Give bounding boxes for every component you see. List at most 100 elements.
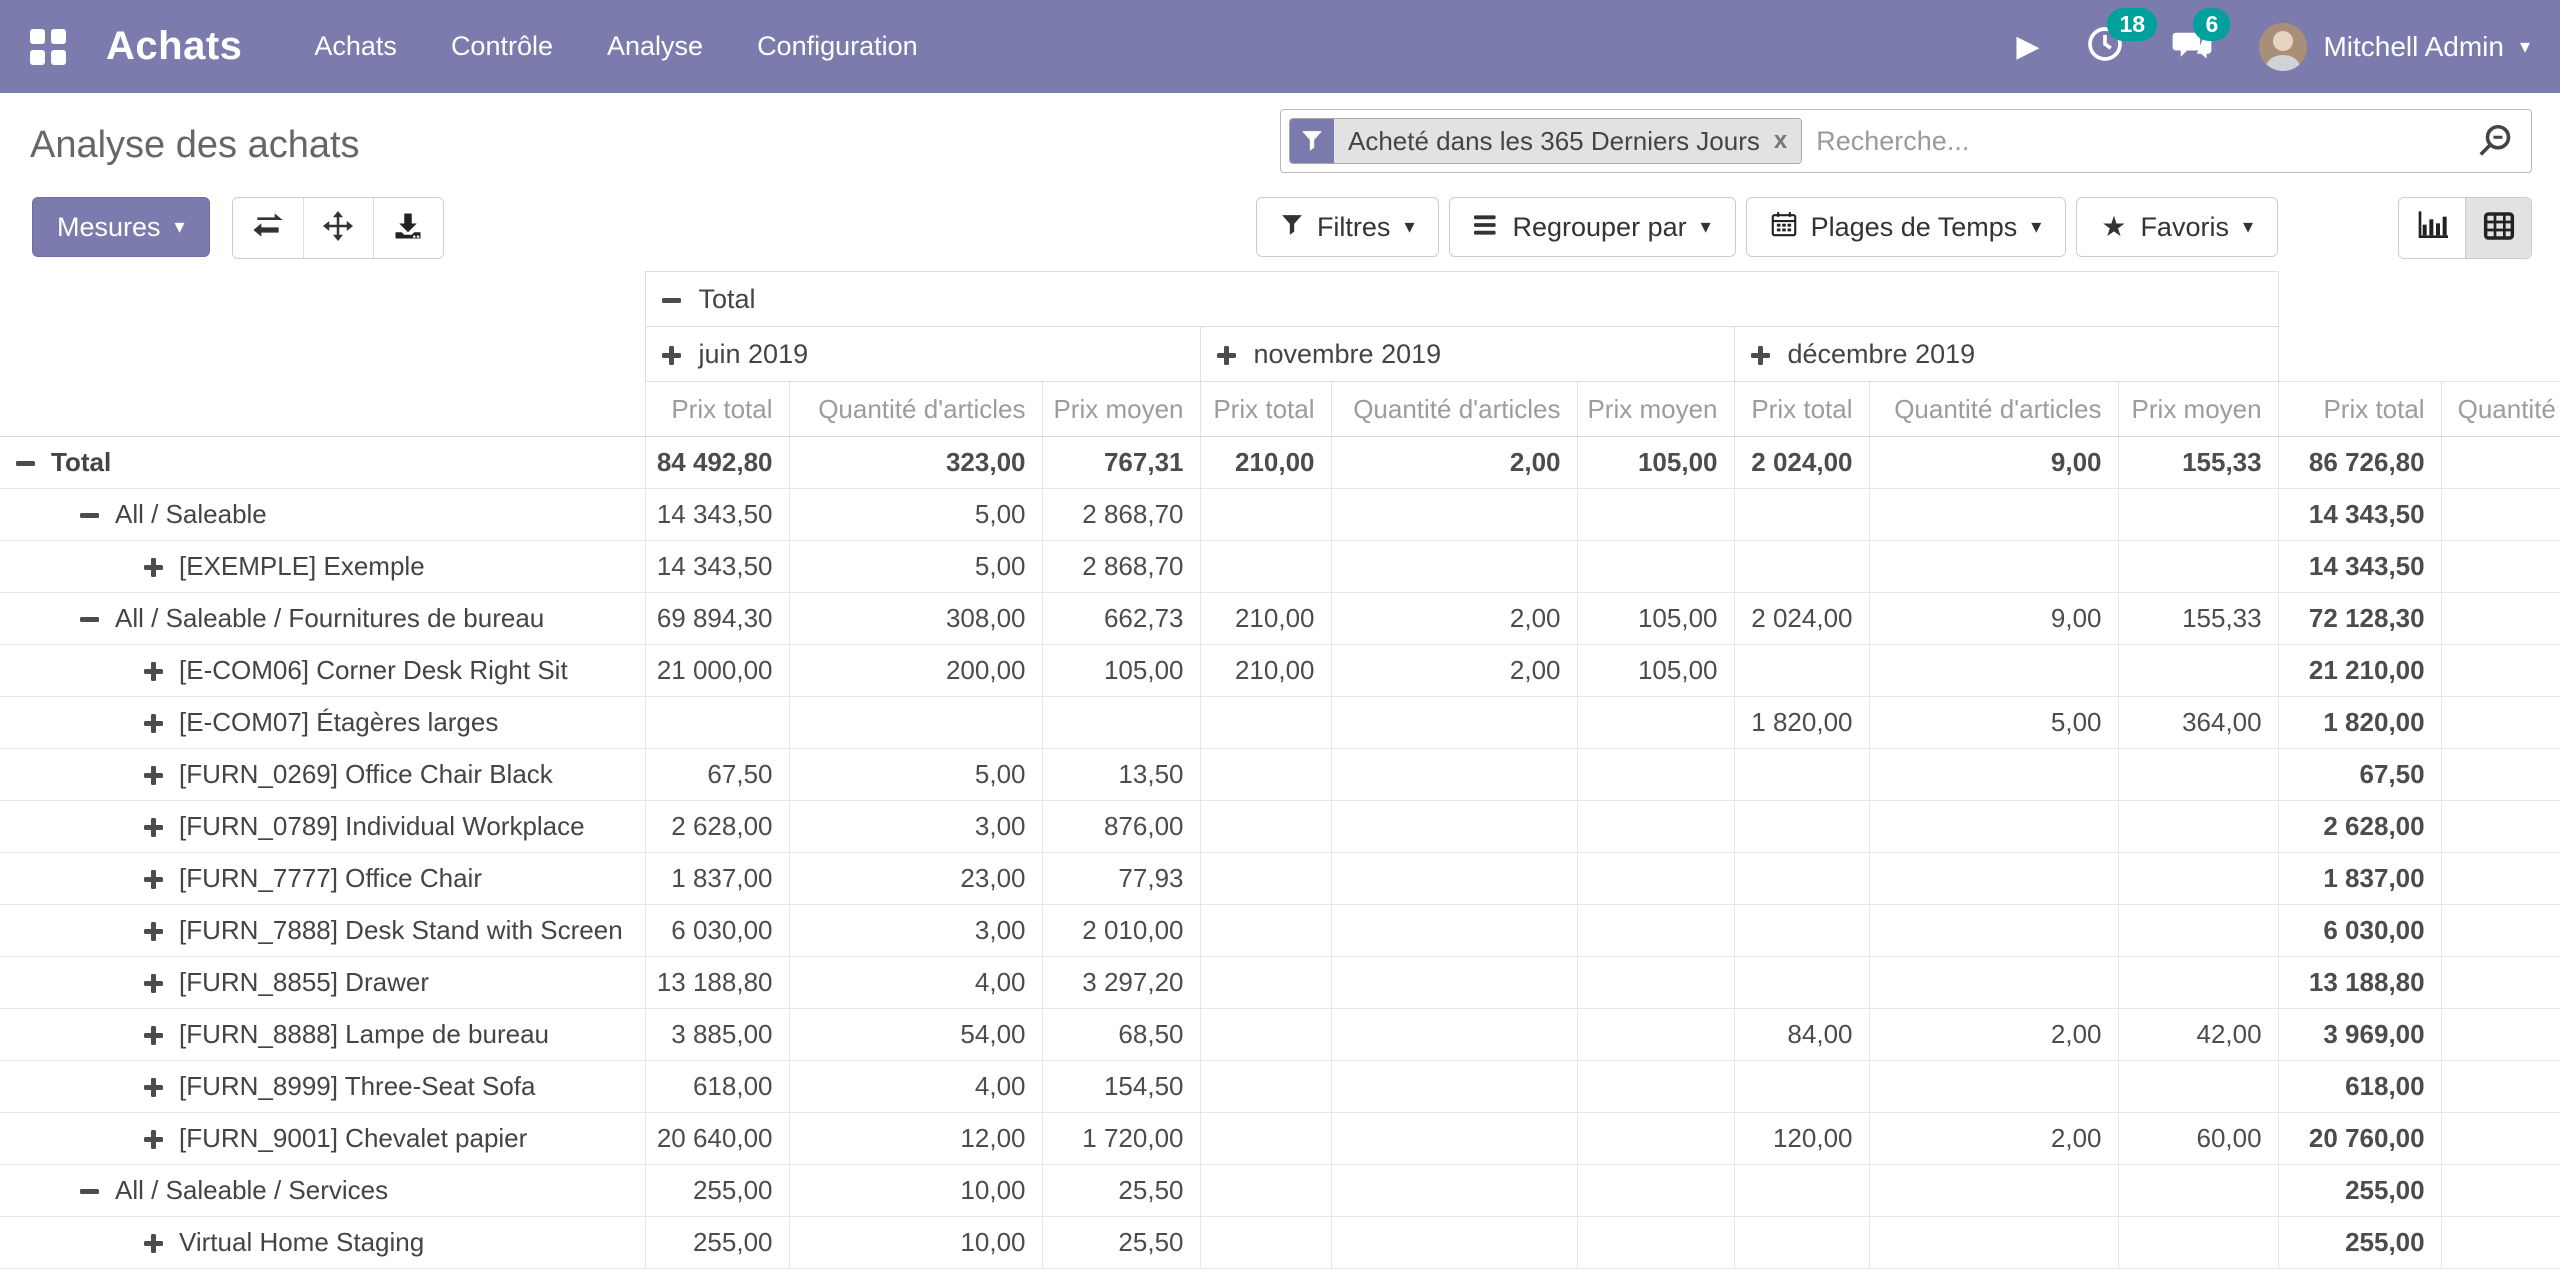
measure-header[interactable]: Prix moyen: [2118, 382, 2278, 437]
pivot-cell: 10,00: [789, 1217, 1042, 1269]
pivot-cell: 67,50: [2278, 749, 2441, 801]
menu-controle[interactable]: Contrôle: [449, 25, 555, 68]
messages-button[interactable]: 6: [2171, 24, 2213, 69]
pivot-row-header[interactable]: [FURN_7888] Desk Stand with Screen: [0, 905, 645, 957]
pivot-row-header[interactable]: [E-COM07] Étagères larges: [0, 697, 645, 749]
measure-header[interactable]: Prix moyen: [1042, 382, 1200, 437]
expand-icon[interactable]: [144, 870, 163, 889]
expand-icon[interactable]: [144, 1078, 163, 1097]
expand-icon[interactable]: [662, 346, 681, 365]
row-label: Virtual Home Staging: [179, 1227, 424, 1257]
pivot-row-header[interactable]: All / Saleable / Services: [0, 1165, 645, 1217]
pivot-cell: [1331, 489, 1577, 541]
pivot-cell: [2441, 593, 2560, 645]
measure-header[interactable]: Prix total: [2278, 382, 2441, 437]
expand-icon[interactable]: [144, 922, 163, 941]
expand-icon[interactable]: [144, 818, 163, 837]
table-row: [FURN_9001] Chevalet papier20 640,0012,0…: [0, 1113, 2560, 1165]
search-input[interactable]: [1816, 126, 2477, 157]
pivot-cell: [1200, 1165, 1331, 1217]
pivot-cell: 1 720,00: [1042, 1113, 1200, 1165]
pivot-cell: [1331, 541, 1577, 593]
search-bar[interactable]: Acheté dans les 365 Derniers Jours x: [1280, 109, 2532, 173]
table-row: Virtual Home Staging255,0010,0025,50255,…: [0, 1217, 2560, 1269]
measure-header[interactable]: Quantité d'articles: [2441, 382, 2560, 437]
activities-button[interactable]: 18: [2085, 24, 2125, 69]
measures-button[interactable]: Mesures▾: [32, 197, 210, 257]
bar-chart-icon: [2416, 211, 2448, 246]
pivot-row-header[interactable]: All / Saleable: [0, 489, 645, 541]
expand-icon[interactable]: [144, 1130, 163, 1149]
table-row: [E-COM07] Étagères larges1 820,005,00364…: [0, 697, 2560, 749]
view-switcher: [2398, 197, 2532, 259]
menu-achats[interactable]: Achats: [312, 25, 399, 68]
pivot-cell: 12,00: [789, 1113, 1042, 1165]
pivot-row-header[interactable]: [FURN_8999] Three-Seat Sofa: [0, 1061, 645, 1113]
pivot-cell: 323,00: [789, 437, 1042, 489]
expand-icon[interactable]: [144, 714, 163, 733]
expand-icon[interactable]: [144, 766, 163, 785]
measure-header[interactable]: Quantité d'articles: [789, 382, 1042, 437]
measure-header[interactable]: Prix total: [1734, 382, 1869, 437]
pivot-row-header[interactable]: [FURN_9001] Chevalet papier: [0, 1113, 645, 1165]
groupby-button[interactable]: Regrouper par▾: [1449, 197, 1735, 257]
expand-all-button[interactable]: [303, 198, 373, 258]
measure-header[interactable]: Prix moyen: [1577, 382, 1734, 437]
pivot-row-header[interactable]: Virtual Home Staging: [0, 1217, 645, 1269]
pivot-cell: [1331, 697, 1577, 749]
collapse-icon[interactable]: [662, 291, 681, 310]
col-header-juin-2019[interactable]: juin 2019: [645, 327, 1200, 382]
measure-header[interactable]: Quantité d'articles: [1331, 382, 1577, 437]
expand-icon[interactable]: [144, 974, 163, 993]
expand-icon[interactable]: [144, 1234, 163, 1253]
expand-icon[interactable]: [144, 558, 163, 577]
pivot-cell: 60,00: [2118, 1113, 2278, 1165]
filters-button[interactable]: Filtres▾: [1256, 197, 1440, 257]
pivot-row-header[interactable]: [EXEMPLE] Exemple: [0, 541, 645, 593]
menu-analyse[interactable]: Analyse: [605, 25, 705, 68]
col-header-total[interactable]: Total: [645, 272, 2278, 327]
flip-axis-button[interactable]: [233, 198, 303, 258]
pivot-cell: [2441, 1061, 2560, 1113]
col-header-decembre-2019[interactable]: décembre 2019: [1734, 327, 2278, 382]
measure-header[interactable]: Prix total: [1200, 382, 1331, 437]
app-name[interactable]: Achats: [106, 24, 242, 69]
col-header-novembre-2019[interactable]: novembre 2019: [1200, 327, 1734, 382]
pivot-view-button[interactable]: [2465, 198, 2531, 258]
table-row: [FURN_0789] Individual Workplace2 628,00…: [0, 801, 2560, 853]
expand-icon[interactable]: [144, 1026, 163, 1045]
pivot-cell: [1331, 1061, 1577, 1113]
search-icon[interactable]: [2477, 123, 2513, 159]
collapse-icon[interactable]: [16, 454, 35, 473]
pivot-row-header[interactable]: [FURN_7777] Office Chair: [0, 853, 645, 905]
pivot-row-header[interactable]: [E-COM06] Corner Desk Right Sit: [0, 645, 645, 697]
pivot-cell: [1869, 489, 2118, 541]
pivot-row-header[interactable]: [FURN_0789] Individual Workplace: [0, 801, 645, 853]
collapse-icon[interactable]: [80, 1182, 99, 1201]
timeranges-button[interactable]: Plages de Temps▾: [1746, 197, 2067, 257]
collapse-icon[interactable]: [80, 506, 99, 525]
facet-remove-icon[interactable]: x: [1774, 127, 1787, 155]
measure-header[interactable]: Quantité d'articles: [1869, 382, 2118, 437]
expand-icon[interactable]: [144, 662, 163, 681]
play-icon[interactable]: ▶: [2016, 32, 2039, 62]
pivot-cell: 23,00: [789, 853, 1042, 905]
menu-configuration[interactable]: Configuration: [755, 25, 920, 68]
user-menu[interactable]: Mitchell Admin ▾: [2259, 23, 2530, 71]
expand-icon[interactable]: [1751, 346, 1770, 365]
pivot-cell: 10,00: [789, 1165, 1042, 1217]
pivot-row-header[interactable]: [FURN_8855] Drawer: [0, 957, 645, 1009]
pivot-row-header[interactable]: [FURN_0269] Office Chair Black: [0, 749, 645, 801]
apps-menu-icon[interactable]: [30, 29, 66, 65]
favorites-button[interactable]: ★ Favoris▾: [2076, 197, 2278, 257]
graph-view-button[interactable]: [2399, 198, 2465, 258]
pivot-row-header[interactable]: Total: [0, 437, 645, 489]
pivot-cell: 69 894,30: [645, 593, 789, 645]
collapse-icon[interactable]: [80, 610, 99, 629]
expand-icon[interactable]: [1217, 346, 1236, 365]
pivot-row-header[interactable]: All / Saleable / Fournitures de bureau: [0, 593, 645, 645]
pivot-cell: 72 128,30: [2278, 593, 2441, 645]
pivot-row-header[interactable]: [FURN_8888] Lampe de bureau: [0, 1009, 645, 1061]
download-button[interactable]: [373, 198, 443, 258]
measure-header[interactable]: Prix total: [645, 382, 789, 437]
